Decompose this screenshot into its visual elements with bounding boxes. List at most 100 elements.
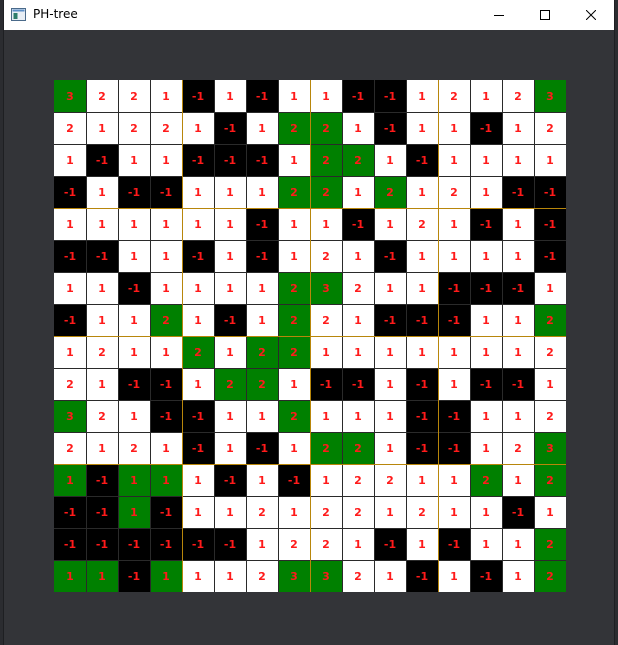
- grid-cell[interactable]: 1: [86, 208, 118, 240]
- grid-cell[interactable]: 1: [246, 176, 278, 208]
- grid-cell[interactable]: -1: [534, 208, 566, 240]
- grid-cell[interactable]: -1: [214, 112, 246, 144]
- grid-cell[interactable]: -1: [86, 496, 118, 528]
- ph-tree-grid[interactable]: 3 2 2 1 -1 1 -1 1 1 -1 -1 1 2 1 2 3 2 1 2 2 1 -1 1 2 2 1 -1 1 1 -1 1 2 1…: [54, 80, 566, 592]
- grid-cell[interactable]: 2: [246, 560, 278, 592]
- maximize-button[interactable]: [522, 0, 568, 30]
- grid-cell[interactable]: 1: [438, 496, 470, 528]
- grid-cell[interactable]: 1: [342, 528, 374, 560]
- grid-cell[interactable]: -1: [182, 240, 214, 272]
- grid-cell[interactable]: 2: [54, 112, 86, 144]
- grid-cell[interactable]: 1: [86, 112, 118, 144]
- grid-cell[interactable]: 1: [86, 304, 118, 336]
- grid-cell[interactable]: 1: [150, 464, 182, 496]
- grid-cell[interactable]: -1: [54, 304, 86, 336]
- grid-cell[interactable]: 1: [54, 208, 86, 240]
- grid-cell[interactable]: 1: [86, 560, 118, 592]
- grid-cell[interactable]: 1: [54, 144, 86, 176]
- grid-cell[interactable]: -1: [246, 432, 278, 464]
- grid-cell[interactable]: -1: [406, 368, 438, 400]
- grid-cell[interactable]: 1: [438, 368, 470, 400]
- grid-cell[interactable]: -1: [502, 176, 534, 208]
- grid-cell[interactable]: 3: [534, 432, 566, 464]
- grid-cell[interactable]: 1: [406, 80, 438, 112]
- grid-cell[interactable]: 1: [214, 336, 246, 368]
- grid-cell[interactable]: 1: [438, 208, 470, 240]
- grid-cell[interactable]: 2: [150, 304, 182, 336]
- grid-cell[interactable]: -1: [246, 208, 278, 240]
- grid-cell[interactable]: 1: [470, 496, 502, 528]
- grid-cell[interactable]: 1: [374, 400, 406, 432]
- grid-cell[interactable]: 1: [182, 208, 214, 240]
- grid-cell[interactable]: 1: [374, 144, 406, 176]
- grid-cell[interactable]: 1: [118, 304, 150, 336]
- grid-cell[interactable]: 1: [118, 144, 150, 176]
- grid-cell[interactable]: 1: [246, 400, 278, 432]
- grid-cell[interactable]: 1: [374, 496, 406, 528]
- grid-cell[interactable]: 1: [54, 464, 86, 496]
- grid-cell[interactable]: 1: [438, 240, 470, 272]
- grid-cell[interactable]: 1: [214, 432, 246, 464]
- grid-cell[interactable]: -1: [118, 528, 150, 560]
- grid-cell[interactable]: 1: [470, 176, 502, 208]
- grid-cell[interactable]: 1: [246, 464, 278, 496]
- grid-cell[interactable]: -1: [150, 400, 182, 432]
- grid-cell[interactable]: -1: [310, 368, 342, 400]
- grid-cell[interactable]: 2: [118, 112, 150, 144]
- grid-cell[interactable]: -1: [54, 240, 86, 272]
- grid-cell[interactable]: -1: [406, 144, 438, 176]
- grid-cell[interactable]: 2: [534, 528, 566, 560]
- grid-cell[interactable]: 1: [502, 336, 534, 368]
- grid-cell[interactable]: 2: [534, 560, 566, 592]
- grid-cell[interactable]: -1: [182, 432, 214, 464]
- grid-cell[interactable]: 2: [278, 304, 310, 336]
- grid-cell[interactable]: -1: [246, 80, 278, 112]
- grid-cell[interactable]: 1: [278, 208, 310, 240]
- grid-cell[interactable]: 1: [470, 400, 502, 432]
- grid-cell[interactable]: 1: [342, 176, 374, 208]
- grid-cell[interactable]: 1: [214, 272, 246, 304]
- grid-cell[interactable]: -1: [406, 560, 438, 592]
- grid-cell[interactable]: 2: [534, 304, 566, 336]
- grid-cell[interactable]: 2: [310, 528, 342, 560]
- grid-cell[interactable]: 1: [246, 304, 278, 336]
- grid-cell[interactable]: -1: [214, 464, 246, 496]
- grid-cell[interactable]: -1: [246, 240, 278, 272]
- grid-cell[interactable]: -1: [342, 80, 374, 112]
- grid-cell[interactable]: 2: [86, 400, 118, 432]
- grid-cell[interactable]: -1: [150, 528, 182, 560]
- grid-cell[interactable]: 2: [342, 464, 374, 496]
- grid-cell[interactable]: 2: [278, 528, 310, 560]
- grid-cell[interactable]: 1: [214, 176, 246, 208]
- grid-cell[interactable]: -1: [374, 528, 406, 560]
- grid-cell[interactable]: 2: [86, 80, 118, 112]
- grid-cell[interactable]: 1: [150, 272, 182, 304]
- grid-cell[interactable]: 3: [534, 80, 566, 112]
- grid-cell[interactable]: 2: [406, 208, 438, 240]
- grid-cell[interactable]: -1: [342, 208, 374, 240]
- grid-cell[interactable]: 2: [342, 272, 374, 304]
- grid-cell[interactable]: 1: [278, 240, 310, 272]
- grid-cell[interactable]: -1: [470, 272, 502, 304]
- grid-cell[interactable]: -1: [438, 432, 470, 464]
- grid-cell[interactable]: -1: [406, 432, 438, 464]
- grid-cell[interactable]: 2: [182, 336, 214, 368]
- grid-cell[interactable]: 2: [278, 112, 310, 144]
- grid-cell[interactable]: 1: [342, 336, 374, 368]
- grid-cell[interactable]: 1: [342, 240, 374, 272]
- grid-cell[interactable]: -1: [406, 400, 438, 432]
- grid-cell[interactable]: 2: [310, 112, 342, 144]
- grid-cell[interactable]: 1: [438, 560, 470, 592]
- grid-cell[interactable]: -1: [86, 528, 118, 560]
- grid-cell[interactable]: -1: [118, 368, 150, 400]
- grid-cell[interactable]: 1: [342, 112, 374, 144]
- grid-cell[interactable]: 2: [534, 112, 566, 144]
- grid-cell[interactable]: 1: [214, 80, 246, 112]
- grid-cell[interactable]: 2: [118, 432, 150, 464]
- grid-cell[interactable]: 1: [182, 464, 214, 496]
- grid-cell[interactable]: 2: [278, 272, 310, 304]
- grid-cell[interactable]: 1: [118, 240, 150, 272]
- grid-cell[interactable]: 1: [182, 176, 214, 208]
- grid-cell[interactable]: 1: [502, 144, 534, 176]
- grid-cell[interactable]: 1: [470, 144, 502, 176]
